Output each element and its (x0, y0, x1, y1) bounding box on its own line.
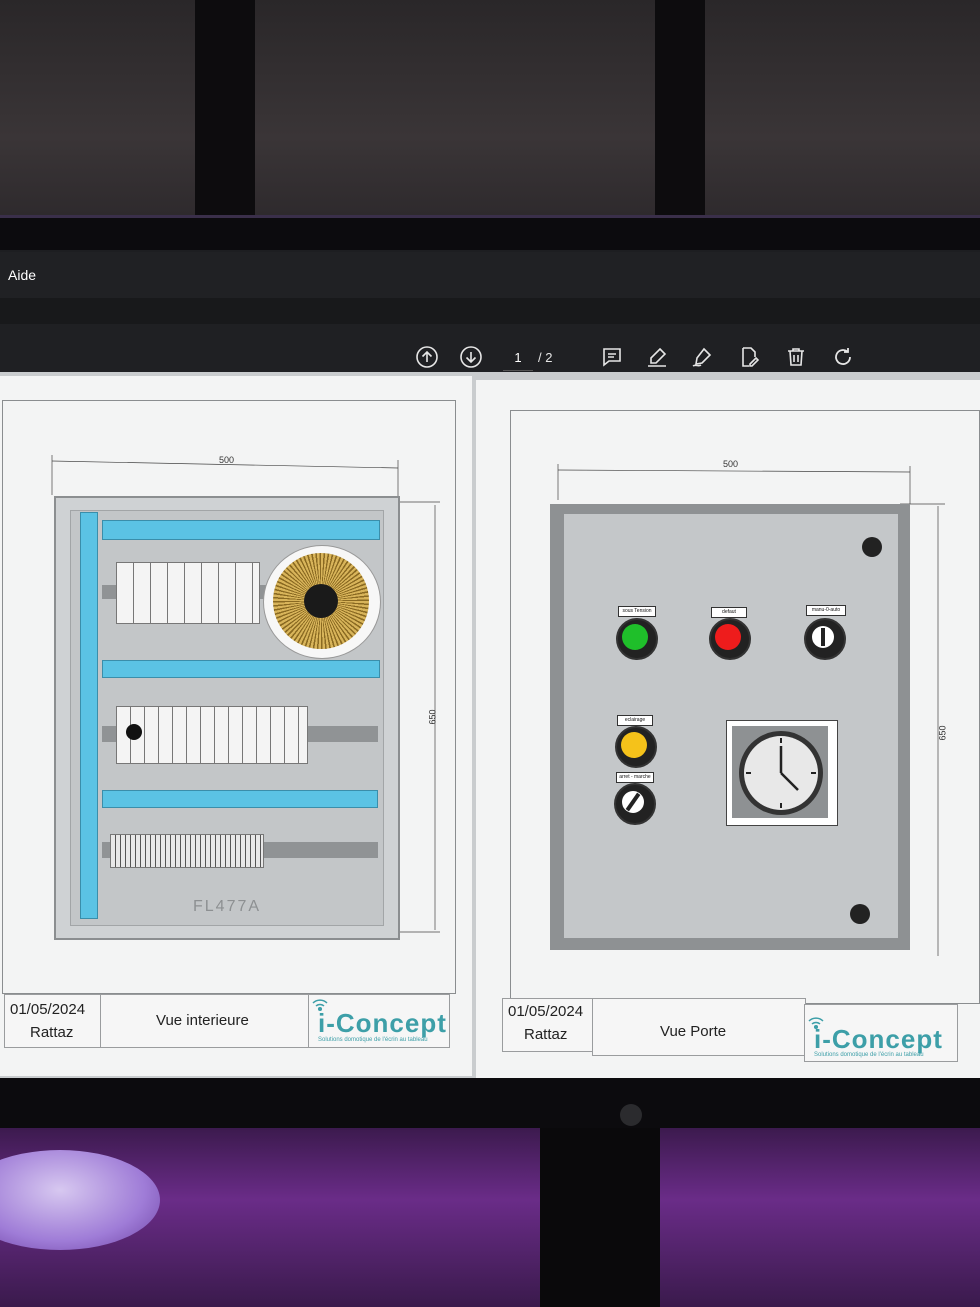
tab-strip (0, 298, 980, 324)
lamp-label-fault: defaut (711, 607, 747, 618)
drawing-date: 01/05/2024 (508, 1003, 584, 1020)
highlighter-icon[interactable] (644, 344, 670, 370)
lamp-label-lighting: eclairage (617, 715, 653, 726)
vertical-cable-duct (80, 512, 98, 919)
breaker-row-2 (116, 706, 308, 764)
monitor-logo-icon (620, 1104, 642, 1126)
selector-knob-bar (821, 628, 825, 646)
menu-bar (0, 252, 980, 298)
monitor-stand (540, 1128, 660, 1307)
red-lamp-lens (715, 624, 741, 650)
monitor-bezel-bottom (0, 1078, 980, 1128)
drawing-author: Rattaz (524, 1026, 568, 1043)
dimension-height-label: 650 (937, 725, 948, 741)
page-total-label: / 2 (538, 350, 553, 365)
background-wall (0, 0, 980, 230)
window-frame (655, 0, 705, 230)
drawing-date: 01/05/2024 (10, 1001, 86, 1018)
edit-document-icon[interactable] (736, 344, 762, 370)
clock-icon (739, 731, 823, 815)
door-lock-icon (850, 904, 870, 924)
comment-icon[interactable] (599, 344, 625, 370)
company-tagline: Solutions domotique de l'écrin au tablea… (814, 1052, 924, 1058)
lamp-label-power: sous Tension (618, 606, 656, 617)
arrow-up-circle-icon[interactable] (414, 344, 440, 370)
cable-duct-2 (102, 660, 380, 678)
draw-pen-icon[interactable] (689, 344, 715, 370)
rotate-icon[interactable] (830, 344, 856, 370)
selector-label-mode: manu-0-auto (806, 605, 846, 616)
arrow-down-circle-icon[interactable] (458, 344, 484, 370)
yellow-lamp-lens (621, 732, 647, 758)
dimension-width-label: 500 (723, 459, 739, 469)
green-lamp-lens (622, 624, 648, 650)
dimension-width-label: 500 (219, 455, 235, 465)
drawing-author: Rattaz (30, 1024, 74, 1041)
breaker-row-1 (116, 562, 260, 624)
menu-item-help[interactable]: Aide (8, 267, 36, 283)
page-number-input[interactable]: 1 (503, 346, 533, 371)
view-title: Vue interieure (156, 1012, 249, 1029)
company-tagline: Solutions domotique de l'écrin au tablea… (318, 1037, 428, 1043)
transformer-core (304, 584, 338, 618)
window-frame (195, 0, 255, 230)
view-title: Vue Porte (660, 1023, 727, 1040)
cable-duct-1 (102, 520, 380, 540)
company-logo: i-Concept (318, 1008, 447, 1038)
terminal-block-row (110, 834, 264, 868)
rotary-switch (126, 724, 142, 740)
cable-duct-3 (102, 790, 378, 808)
selector-label-onoff: arret - marche (616, 772, 654, 783)
dimension-height-label: 650 (427, 709, 438, 725)
company-logo: i-Concept (814, 1024, 943, 1054)
door-lock-icon (862, 537, 882, 557)
trash-icon[interactable] (783, 344, 809, 370)
enclosure-reference: FL477A (193, 898, 262, 915)
